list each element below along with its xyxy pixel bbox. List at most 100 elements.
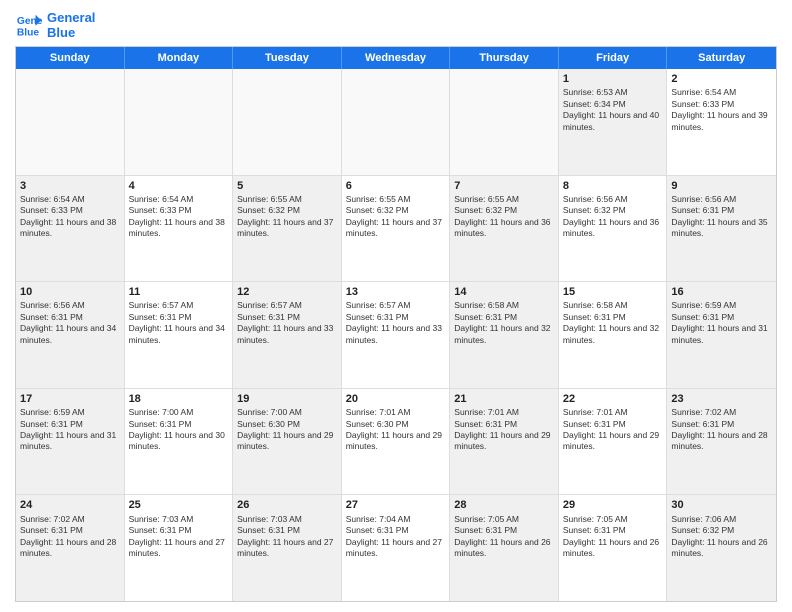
- weekday-header: Tuesday: [233, 47, 342, 69]
- weekday-header: Monday: [125, 47, 234, 69]
- calendar-cell: 21Sunrise: 7:01 AM Sunset: 6:31 PM Dayli…: [450, 389, 559, 495]
- day-number: 10: [20, 285, 120, 299]
- day-number: 12: [237, 285, 337, 299]
- calendar-cell: [233, 69, 342, 175]
- day-number: 17: [20, 392, 120, 406]
- calendar-cell: [450, 69, 559, 175]
- day-number: 3: [20, 179, 120, 193]
- header: General Blue General Blue: [15, 10, 777, 40]
- cell-info: Sunrise: 6:58 AM Sunset: 6:31 PM Dayligh…: [454, 300, 554, 346]
- calendar-cell: 28Sunrise: 7:05 AM Sunset: 6:31 PM Dayli…: [450, 495, 559, 601]
- calendar: SundayMondayTuesdayWednesdayThursdayFrid…: [15, 46, 777, 602]
- calendar-row: 3 Sunrise: 6:54 AM Sunset: 6:33 PM Daylig…: [16, 175, 776, 282]
- calendar-row: 10Sunrise: 6:56 AM Sunset: 6:31 PM Dayli…: [16, 281, 776, 388]
- cell-info: Sunrise: 6:56 AM Sunset: 6:31 PM Dayligh…: [20, 300, 120, 346]
- day-number: 25: [129, 498, 229, 512]
- day-number: 14: [454, 285, 554, 299]
- cell-info: Sunrise: 7:04 AM Sunset: 6:31 PM Dayligh…: [346, 514, 446, 560]
- calendar-header: SundayMondayTuesdayWednesdayThursdayFrid…: [16, 47, 776, 69]
- cell-info: Sunrise: 7:05 AM Sunset: 6:31 PM Dayligh…: [563, 514, 663, 560]
- day-number: 30: [671, 498, 772, 512]
- day-number: 8: [563, 179, 663, 193]
- calendar-cell: 12Sunrise: 6:57 AM Sunset: 6:31 PM Dayli…: [233, 282, 342, 388]
- calendar-cell: 16Sunrise: 6:59 AM Sunset: 6:31 PM Dayli…: [667, 282, 776, 388]
- day-number: 21: [454, 392, 554, 406]
- cell-info: Sunrise: 7:06 AM Sunset: 6:32 PM Dayligh…: [671, 514, 772, 560]
- calendar-cell: 17Sunrise: 6:59 AM Sunset: 6:31 PM Dayli…: [16, 389, 125, 495]
- calendar-cell: 14Sunrise: 6:58 AM Sunset: 6:31 PM Dayli…: [450, 282, 559, 388]
- cell-info: Sunrise: 7:03 AM Sunset: 6:31 PM Dayligh…: [129, 514, 229, 560]
- weekday-header: Saturday: [667, 47, 776, 69]
- calendar-cell: 13Sunrise: 6:57 AM Sunset: 6:31 PM Dayli…: [342, 282, 451, 388]
- day-number: 26: [237, 498, 337, 512]
- cell-info: Sunrise: 7:00 AM Sunset: 6:31 PM Dayligh…: [129, 407, 229, 453]
- day-number: 15: [563, 285, 663, 299]
- calendar-cell: 8Sunrise: 6:56 AM Sunset: 6:32 PM Daylig…: [559, 176, 668, 282]
- day-number: 18: [129, 392, 229, 406]
- calendar-cell: 15Sunrise: 6:58 AM Sunset: 6:31 PM Dayli…: [559, 282, 668, 388]
- calendar-cell: 9Sunrise: 6:56 AM Sunset: 6:31 PM Daylig…: [667, 176, 776, 282]
- day-number: 13: [346, 285, 446, 299]
- weekday-header: Wednesday: [342, 47, 451, 69]
- day-number: 23: [671, 392, 772, 406]
- day-number: 29: [563, 498, 663, 512]
- day-number: 22: [563, 392, 663, 406]
- cell-info: Sunrise: 7:01 AM Sunset: 6:31 PM Dayligh…: [563, 407, 663, 453]
- day-number: 20: [346, 392, 446, 406]
- svg-text:Blue: Blue: [17, 27, 40, 38]
- cell-info: Sunrise: 7:05 AM Sunset: 6:31 PM Dayligh…: [454, 514, 554, 560]
- day-number: 16: [671, 285, 772, 299]
- day-number: 2: [671, 72, 772, 86]
- logo: General Blue General Blue: [15, 10, 95, 40]
- day-number: 1: [563, 72, 663, 86]
- calendar-cell: 10Sunrise: 6:56 AM Sunset: 6:31 PM Dayli…: [16, 282, 125, 388]
- cell-info: Sunrise: 6:59 AM Sunset: 6:31 PM Dayligh…: [671, 300, 772, 346]
- calendar-cell: 26 Sunrise: 7:03 AM Sunset: 6:31 PM Dayli…: [233, 495, 342, 601]
- calendar-cell: [125, 69, 234, 175]
- cell-info: Sunrise: 6:58 AM Sunset: 6:31 PM Dayligh…: [563, 300, 663, 346]
- cell-info: Sunrise: 6:55 AM Sunset: 6:32 PM Dayligh…: [454, 194, 554, 240]
- cell-info: Sunrise: 7:01 AM Sunset: 6:30 PM Dayligh…: [346, 407, 446, 453]
- cell-info: Sunrise: 6:55 AM Sunset: 6:32 PM Dayligh…: [346, 194, 446, 240]
- cell-info: Sunrise: 6:56 AM Sunset: 6:31 PM Dayligh…: [671, 194, 772, 240]
- cell-info: Sunrise: 6:55 AM Sunset: 6:32 PM Dayligh…: [237, 194, 337, 240]
- calendar-cell: 30 Sunrise: 7:06 AM Sunset: 6:32 PM Dayli…: [667, 495, 776, 601]
- calendar-cell: 20Sunrise: 7:01 AM Sunset: 6:30 PM Dayli…: [342, 389, 451, 495]
- calendar-row: 17Sunrise: 6:59 AM Sunset: 6:31 PM Dayli…: [16, 388, 776, 495]
- cell-info: Sunrise: 6:57 AM Sunset: 6:31 PM Dayligh…: [237, 300, 337, 346]
- calendar-cell: [16, 69, 125, 175]
- logo-icon: General Blue: [15, 11, 43, 39]
- calendar-cell: [342, 69, 451, 175]
- calendar-cell: 11Sunrise: 6:57 AM Sunset: 6:31 PM Dayli…: [125, 282, 234, 388]
- day-number: 11: [129, 285, 229, 299]
- calendar-cell: 25 Sunrise: 7:03 AM Sunset: 6:31 PM Dayli…: [125, 495, 234, 601]
- calendar-cell: 5Sunrise: 6:55 AM Sunset: 6:32 PM Daylig…: [233, 176, 342, 282]
- cell-info: Sunrise: 6:54 AM Sunset: 6:33 PM Dayligh…: [671, 87, 772, 133]
- calendar-cell: 27Sunrise: 7:04 AM Sunset: 6:31 PM Dayli…: [342, 495, 451, 601]
- weekday-header: Friday: [559, 47, 668, 69]
- calendar-cell: 3Sunrise: 6:54 AM Sunset: 6:33 PM Daylig…: [16, 176, 125, 282]
- day-number: 5: [237, 179, 337, 193]
- day-number: 4: [129, 179, 229, 193]
- calendar-cell: 24Sunrise: 7:02 AM Sunset: 6:31 PM Dayli…: [16, 495, 125, 601]
- cell-info: Sunrise: 7:01 AM Sunset: 6:31 PM Dayligh…: [454, 407, 554, 453]
- calendar-cell: 18Sunrise: 7:00 AM Sunset: 6:31 PM Dayli…: [125, 389, 234, 495]
- cell-info: Sunrise: 6:59 AM Sunset: 6:31 PM Dayligh…: [20, 407, 120, 453]
- weekday-header: Sunday: [16, 47, 125, 69]
- calendar-cell: 23Sunrise: 7:02 AM Sunset: 6:31 PM Dayli…: [667, 389, 776, 495]
- cell-info: Sunrise: 6:57 AM Sunset: 6:31 PM Dayligh…: [129, 300, 229, 346]
- calendar-cell: 6Sunrise: 6:55 AM Sunset: 6:32 PM Daylig…: [342, 176, 451, 282]
- cell-info: Sunrise: 6:56 AM Sunset: 6:32 PM Dayligh…: [563, 194, 663, 240]
- cell-info: Sunrise: 7:02 AM Sunset: 6:31 PM Dayligh…: [671, 407, 772, 453]
- calendar-cell: 4Sunrise: 6:54 AM Sunset: 6:33 PM Daylig…: [125, 176, 234, 282]
- calendar-cell: 19Sunrise: 7:00 AM Sunset: 6:30 PM Dayli…: [233, 389, 342, 495]
- calendar-cell: 1Sunrise: 6:53 AM Sunset: 6:34 PM Daylig…: [559, 69, 668, 175]
- cell-info: Sunrise: 7:03 AM Sunset: 6:31 PM Dayligh…: [237, 514, 337, 560]
- cell-info: Sunrise: 7:00 AM Sunset: 6:30 PM Dayligh…: [237, 407, 337, 453]
- day-number: 7: [454, 179, 554, 193]
- weekday-header: Thursday: [450, 47, 559, 69]
- cell-info: Sunrise: 6:54 AM Sunset: 6:33 PM Dayligh…: [129, 194, 229, 240]
- calendar-cell: 2Sunrise: 6:54 AM Sunset: 6:33 PM Daylig…: [667, 69, 776, 175]
- cell-info: Sunrise: 7:02 AM Sunset: 6:31 PM Dayligh…: [20, 514, 120, 560]
- calendar-body: 1Sunrise: 6:53 AM Sunset: 6:34 PM Daylig…: [16, 69, 776, 601]
